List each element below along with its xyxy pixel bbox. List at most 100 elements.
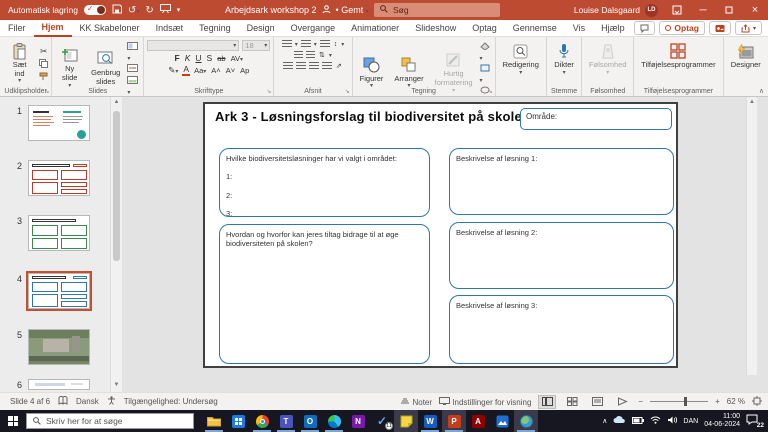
numbering-icon[interactable] bbox=[300, 40, 311, 48]
reset-slide-icon[interactable] bbox=[127, 64, 140, 74]
format-painter-icon[interactable] bbox=[39, 72, 48, 83]
zoom-in-button[interactable]: + bbox=[715, 397, 720, 406]
bold-button[interactable]: F bbox=[174, 53, 181, 63]
tab-kk-skabeloner[interactable]: KK Skabeloner bbox=[72, 20, 148, 37]
accessibility-status[interactable]: Tilgængelighed: Undersøg bbox=[124, 397, 218, 406]
slide-title[interactable]: Ark 3 - Løsningsforslag til biodiversite… bbox=[215, 109, 530, 124]
strikethrough-button[interactable]: ab bbox=[216, 54, 226, 63]
zoom-slider-thumb[interactable] bbox=[684, 397, 688, 406]
spellcheck-icon[interactable] bbox=[58, 395, 68, 407]
reading-view-button[interactable] bbox=[588, 395, 606, 409]
reuse-slides-button[interactable]: Genbrug slides bbox=[87, 48, 124, 88]
copy-icon[interactable] bbox=[39, 59, 49, 70]
designer-button[interactable]: Designer bbox=[727, 40, 765, 72]
slide-sorter-view-button[interactable] bbox=[563, 395, 581, 409]
taskbar-search[interactable]: Skriv her for at søge bbox=[26, 413, 194, 429]
text-shadow-button[interactable]: S bbox=[206, 53, 214, 63]
taskbar-icon-sticky-notes[interactable] bbox=[394, 410, 418, 432]
editing-button[interactable]: Redigering ▾ bbox=[499, 40, 543, 79]
maximize-button[interactable] bbox=[716, 0, 742, 20]
autosave-toggle[interactable]: ✓ bbox=[83, 4, 106, 15]
align-right-icon[interactable] bbox=[309, 62, 320, 70]
tab-overgange[interactable]: Overgange bbox=[283, 20, 344, 37]
decrease-font-size-button[interactable]: A˅ bbox=[225, 66, 236, 75]
align-left-icon[interactable] bbox=[283, 62, 294, 70]
indent-increase-icon[interactable] bbox=[294, 51, 304, 59]
font-dialog-launcher-icon[interactable]: ↘ bbox=[266, 88, 271, 95]
tab-hjaelp[interactable]: Hjælp bbox=[593, 20, 633, 37]
contribution-question-box[interactable]: Hvordan og hvorfor kan jeres tiltag bidr… bbox=[219, 224, 430, 364]
highlight-color-icon[interactable]: ✎▾ bbox=[167, 65, 179, 76]
zoom-out-button[interactable]: − bbox=[638, 397, 643, 406]
change-case-button[interactable]: Aa▾ bbox=[193, 66, 207, 75]
tab-hjem[interactable]: Hjem bbox=[33, 20, 72, 37]
wifi-icon[interactable] bbox=[650, 416, 661, 426]
taskbar-icon-todo[interactable]: ✓ 11 bbox=[370, 410, 394, 432]
drawing-dialog-launcher-icon[interactable]: ↘ bbox=[488, 88, 493, 95]
document-title[interactable]: Arbejdsark workshop 2 bbox=[225, 5, 317, 15]
slide-thumbnail-6[interactable] bbox=[28, 379, 90, 390]
user-avatar[interactable]: LD bbox=[645, 3, 658, 17]
tab-gennemse[interactable]: Gennemse bbox=[505, 20, 565, 37]
scroll-up-icon[interactable]: ▲ bbox=[747, 97, 757, 105]
slide-position[interactable]: Slide 4 af 6 bbox=[10, 397, 50, 406]
taskbar-icon-outlook[interactable]: O bbox=[298, 410, 322, 432]
taskbar-icon-powerpoint[interactable]: P bbox=[442, 410, 466, 432]
quick-access-toolbar-menu-icon[interactable]: ▾ bbox=[177, 6, 181, 14]
start-button[interactable] bbox=[0, 410, 26, 432]
taskbar-icon-acrobat[interactable]: A bbox=[466, 410, 490, 432]
columns-icon[interactable] bbox=[306, 51, 316, 59]
tab-filer[interactable]: Filer bbox=[0, 20, 34, 37]
tray-language[interactable]: DAN bbox=[683, 418, 698, 425]
paste-button[interactable]: Sæt ind ▾ bbox=[3, 40, 36, 87]
shapes-button[interactable]: Figurer ▾ bbox=[356, 54, 388, 93]
text-direction-icon[interactable]: ⇅ bbox=[318, 51, 326, 59]
scrollbar-thumb[interactable] bbox=[113, 111, 120, 261]
clipboard-dialog-launcher-icon[interactable]: ↘ bbox=[44, 88, 49, 95]
solutions-chosen-box[interactable]: Hvilke biodiversitetsløsninger har vi va… bbox=[219, 148, 430, 218]
paragraph-dialog-launcher-icon[interactable]: ↘ bbox=[345, 88, 350, 95]
new-slide-button[interactable]: Ny slide ▾ bbox=[55, 44, 84, 91]
underline-button[interactable]: U bbox=[194, 53, 202, 63]
slide-layout-icon[interactable]: ▾ bbox=[127, 42, 140, 62]
sensitivity-button[interactable]: Følsomhed ▾ bbox=[585, 40, 631, 79]
normal-view-button[interactable] bbox=[538, 394, 557, 409]
thumbnail-panel-scrollbar[interactable]: ▲ ▼ bbox=[110, 97, 122, 392]
arrange-button[interactable]: Arranger ▾ bbox=[390, 54, 427, 93]
notes-toggle[interactable]: Noter bbox=[400, 397, 432, 407]
redo-icon[interactable]: ↻ bbox=[145, 5, 153, 16]
slide-thumbnail-1[interactable] bbox=[28, 105, 90, 141]
font-name-select[interactable]: ▾ bbox=[147, 40, 240, 51]
italic-button[interactable]: K bbox=[184, 53, 192, 63]
start-presentation-icon[interactable] bbox=[159, 4, 171, 16]
tab-slideshow[interactable]: Slideshow bbox=[407, 20, 464, 37]
onedrive-cloud-icon[interactable] bbox=[613, 416, 626, 426]
font-color-button[interactable]: A bbox=[182, 65, 191, 76]
increase-font-size-button[interactable]: A˄ bbox=[210, 66, 221, 75]
area-textbox[interactable]: Område: bbox=[520, 108, 672, 130]
tab-tegning[interactable]: Tegning bbox=[191, 20, 239, 37]
taskbar-icon-word[interactable]: W bbox=[418, 410, 442, 432]
volume-icon[interactable] bbox=[667, 416, 678, 426]
language-status[interactable]: Dansk bbox=[76, 397, 99, 406]
user-name[interactable]: Louise Dalsgaard bbox=[574, 5, 640, 15]
tab-optag[interactable]: Optag bbox=[464, 20, 505, 37]
taskbar-icon-teams[interactable]: T bbox=[274, 410, 298, 432]
slideshow-view-button[interactable] bbox=[613, 395, 631, 409]
record-button[interactable]: Optag bbox=[659, 21, 705, 35]
shape-outline-icon[interactable]: ▾ bbox=[480, 64, 492, 84]
indent-decrease-icon[interactable] bbox=[319, 40, 330, 48]
share-button[interactable]: ▾ bbox=[734, 21, 762, 35]
tray-clock[interactable]: 11:00 04-06-2024 bbox=[704, 413, 740, 430]
tab-design[interactable]: Design bbox=[239, 20, 283, 37]
ribbon-display-options-icon[interactable] bbox=[664, 0, 690, 20]
slide-thumbnail-4-selected[interactable] bbox=[26, 271, 92, 311]
solution-description-box-3[interactable]: Beskrivelse af løsning 3: bbox=[449, 295, 674, 364]
editor-scrollbar[interactable]: ▲ bbox=[746, 97, 757, 375]
comments-button[interactable] bbox=[634, 21, 656, 35]
dictate-button[interactable]: Dikter ▾ bbox=[550, 40, 578, 79]
zoom-level[interactable]: 62 % bbox=[727, 397, 745, 406]
slide-thumbnail-2[interactable] bbox=[28, 160, 90, 196]
undo-icon[interactable]: ↺▾ bbox=[128, 5, 139, 16]
solution-description-box-2[interactable]: Beskrivelse af løsning 2: bbox=[449, 222, 674, 289]
